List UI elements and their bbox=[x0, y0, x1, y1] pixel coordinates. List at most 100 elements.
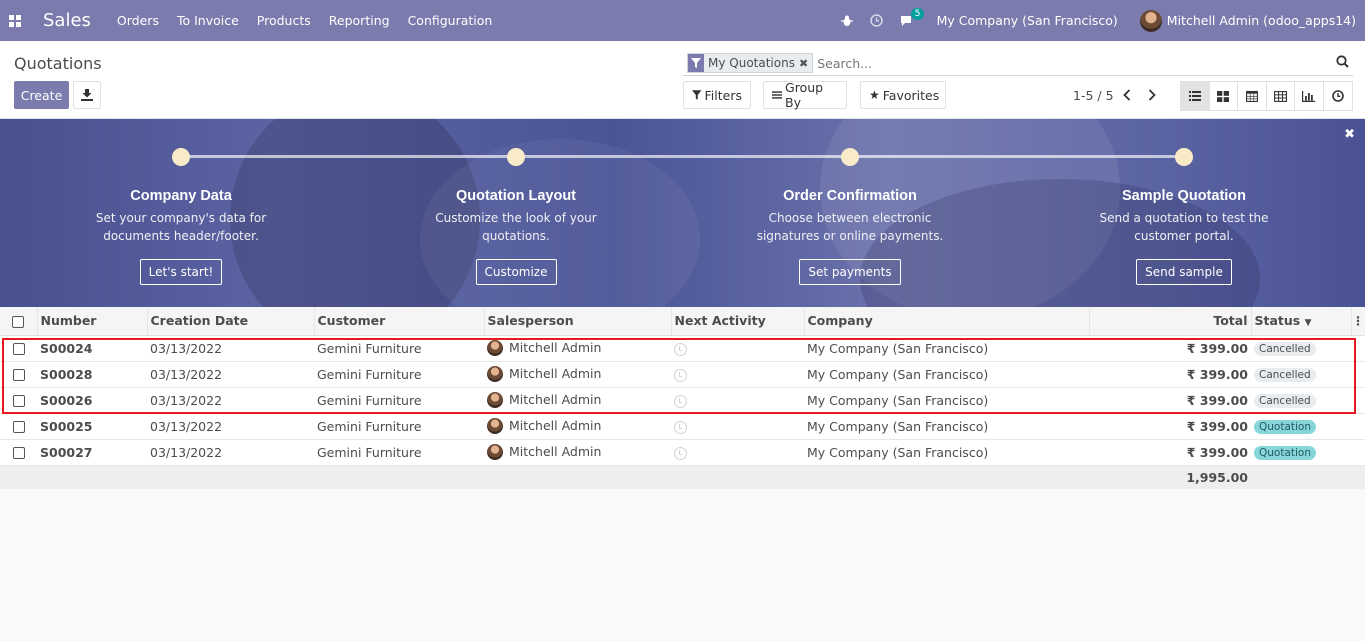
customize-button[interactable]: Customize bbox=[475, 259, 557, 285]
table-row[interactable]: S00028 03/13/2022 Gemini Furniture Mitchell… bbox=[0, 361, 1365, 388]
cell-total[interactable]: ₹ 399.00 bbox=[1089, 413, 1251, 440]
column-header-customer[interactable]: Customer bbox=[314, 307, 485, 336]
select-all-checkbox[interactable] bbox=[12, 315, 25, 328]
row-checkbox-cell[interactable] bbox=[0, 335, 37, 362]
clock-icon[interactable] bbox=[869, 14, 883, 27]
cell-salesperson[interactable]: Mitchell Admin bbox=[484, 361, 671, 388]
cell-next-activity[interactable] bbox=[671, 335, 804, 362]
cell-creation-date[interactable]: 03/13/2022 bbox=[147, 413, 314, 440]
download-button[interactable] bbox=[73, 81, 101, 109]
cell-status[interactable]: Cancelled bbox=[1251, 361, 1351, 388]
pager-previous-icon[interactable] bbox=[1118, 85, 1136, 105]
cell-next-activity[interactable] bbox=[671, 413, 804, 440]
cell-creation-date[interactable]: 03/13/2022 bbox=[147, 439, 314, 466]
cell-customer[interactable]: Gemini Furniture bbox=[314, 413, 484, 440]
facet-close-icon[interactable]: ✖ bbox=[799, 57, 812, 70]
column-header-company[interactable]: Company bbox=[804, 307, 1090, 336]
cell-company[interactable]: My Company (San Francisco) bbox=[804, 361, 1089, 388]
cell-customer[interactable]: Gemini Furniture bbox=[314, 361, 484, 388]
cell-total[interactable]: ₹ 399.00 bbox=[1089, 439, 1251, 466]
group-by-button[interactable]: Group By bbox=[763, 80, 847, 110]
column-header-total[interactable]: Total bbox=[1089, 307, 1252, 336]
pager-value[interactable]: 1-5 / 5 bbox=[1073, 88, 1114, 103]
bug-icon[interactable] bbox=[840, 15, 853, 27]
cell-creation-date[interactable]: 03/13/2022 bbox=[147, 361, 314, 388]
cell-number[interactable]: S00026 bbox=[37, 387, 147, 414]
cell-total[interactable]: ₹ 399.00 bbox=[1089, 361, 1251, 388]
column-header-status[interactable]: Status ▼ bbox=[1251, 307, 1352, 336]
cell-salesperson[interactable]: Mitchell Admin bbox=[484, 335, 671, 362]
search-input[interactable] bbox=[817, 55, 1318, 71]
app-name[interactable]: Sales bbox=[43, 10, 91, 31]
pivot-view-icon[interactable] bbox=[1266, 82, 1295, 110]
send-sample-button[interactable]: Send sample bbox=[1136, 259, 1232, 285]
activity-clock-icon[interactable] bbox=[674, 420, 687, 434]
cell-customer[interactable]: Gemini Furniture bbox=[314, 439, 484, 466]
cell-next-activity[interactable] bbox=[671, 387, 804, 414]
create-button[interactable]: Create bbox=[14, 81, 69, 109]
table-row[interactable]: S00025 03/13/2022 Gemini Furniture Mitchell… bbox=[0, 413, 1365, 440]
cell-total[interactable]: ₹ 399.00 bbox=[1089, 335, 1251, 362]
cell-salesperson[interactable]: Mitchell Admin bbox=[484, 387, 671, 414]
cell-company[interactable]: My Company (San Francisco) bbox=[804, 387, 1089, 414]
activity-clock-icon[interactable] bbox=[674, 342, 687, 356]
cell-company[interactable]: My Company (San Francisco) bbox=[804, 439, 1089, 466]
row-checkbox[interactable] bbox=[12, 369, 25, 381]
menu-configuration[interactable]: Configuration bbox=[408, 13, 493, 28]
cell-number[interactable]: S00024 bbox=[37, 335, 147, 362]
activity-view-icon[interactable] bbox=[1323, 82, 1352, 110]
cell-number[interactable]: S00028 bbox=[37, 361, 147, 388]
table-row[interactable]: S00026 03/13/2022 Gemini Furniture Mitchell… bbox=[0, 387, 1365, 414]
list-view-icon[interactable] bbox=[1181, 82, 1210, 110]
row-checkbox[interactable] bbox=[12, 421, 25, 433]
row-checkbox-cell[interactable] bbox=[0, 361, 37, 388]
column-header-creation-date[interactable]: Creation Date bbox=[147, 307, 315, 336]
search-icon[interactable] bbox=[1336, 55, 1349, 71]
cell-creation-date[interactable]: 03/13/2022 bbox=[147, 387, 314, 414]
menu-orders[interactable]: Orders bbox=[117, 13, 159, 28]
cell-creation-date[interactable]: 03/13/2022 bbox=[147, 335, 314, 362]
menu-reporting[interactable]: Reporting bbox=[329, 13, 390, 28]
select-all-checkbox-cell[interactable] bbox=[0, 307, 38, 336]
activity-clock-icon[interactable] bbox=[674, 368, 687, 382]
filters-button[interactable]: Filters bbox=[683, 81, 751, 109]
column-header-next-activity[interactable]: Next Activity bbox=[671, 307, 805, 336]
cell-status[interactable]: Cancelled bbox=[1251, 335, 1351, 362]
chat-icon[interactable]: 5 bbox=[900, 7, 925, 27]
apps-menu-icon[interactable] bbox=[0, 0, 30, 41]
column-header-salesperson[interactable]: Salesperson bbox=[484, 307, 672, 336]
cell-customer[interactable]: Gemini Furniture bbox=[314, 335, 484, 362]
activity-clock-icon[interactable] bbox=[674, 394, 687, 408]
cell-salesperson[interactable]: Mitchell Admin bbox=[484, 439, 671, 466]
cell-salesperson[interactable]: Mitchell Admin bbox=[484, 413, 671, 440]
cell-total[interactable]: ₹ 399.00 bbox=[1089, 387, 1251, 414]
row-checkbox-cell[interactable] bbox=[0, 413, 37, 440]
table-row[interactable]: S00024 03/13/2022 Gemini Furniture Mitchell… bbox=[0, 335, 1365, 362]
cell-status[interactable]: Cancelled bbox=[1251, 387, 1351, 414]
menu-products[interactable]: Products bbox=[257, 13, 311, 28]
cell-next-activity[interactable] bbox=[671, 361, 804, 388]
calendar-view-icon[interactable] bbox=[1238, 82, 1267, 110]
close-icon[interactable]: ✖ bbox=[1344, 127, 1355, 142]
cell-company[interactable]: My Company (San Francisco) bbox=[804, 335, 1089, 362]
activity-clock-icon[interactable] bbox=[674, 446, 687, 460]
pager-next-icon[interactable] bbox=[1143, 85, 1161, 105]
cell-customer[interactable]: Gemini Furniture bbox=[314, 387, 484, 414]
row-checkbox[interactable] bbox=[12, 395, 25, 407]
cell-next-activity[interactable] bbox=[671, 439, 804, 466]
row-checkbox[interactable] bbox=[12, 343, 25, 355]
cell-status[interactable]: Quotation bbox=[1251, 413, 1351, 440]
user-menu[interactable]: Mitchell Admin (odoo_apps14) bbox=[1139, 9, 1356, 32]
optional-columns-toggle[interactable]: ⋮ bbox=[1351, 307, 1365, 336]
lets-start-button[interactable]: Let's start! bbox=[139, 259, 223, 285]
row-checkbox-cell[interactable] bbox=[0, 387, 37, 414]
table-row[interactable]: S00027 03/13/2022 Gemini Furniture Mitchell… bbox=[0, 439, 1365, 466]
cell-number[interactable]: S00025 bbox=[37, 413, 147, 440]
set-payments-button[interactable]: Set payments bbox=[799, 259, 901, 285]
company-switcher[interactable]: My Company (San Francisco) bbox=[937, 13, 1118, 28]
row-checkbox-cell[interactable] bbox=[0, 439, 37, 466]
graph-view-icon[interactable] bbox=[1295, 82, 1324, 110]
menu-to-invoice[interactable]: To Invoice bbox=[177, 13, 239, 28]
kanban-view-icon[interactable] bbox=[1209, 82, 1238, 110]
favorites-button[interactable]: ★ Favorites bbox=[860, 81, 946, 109]
